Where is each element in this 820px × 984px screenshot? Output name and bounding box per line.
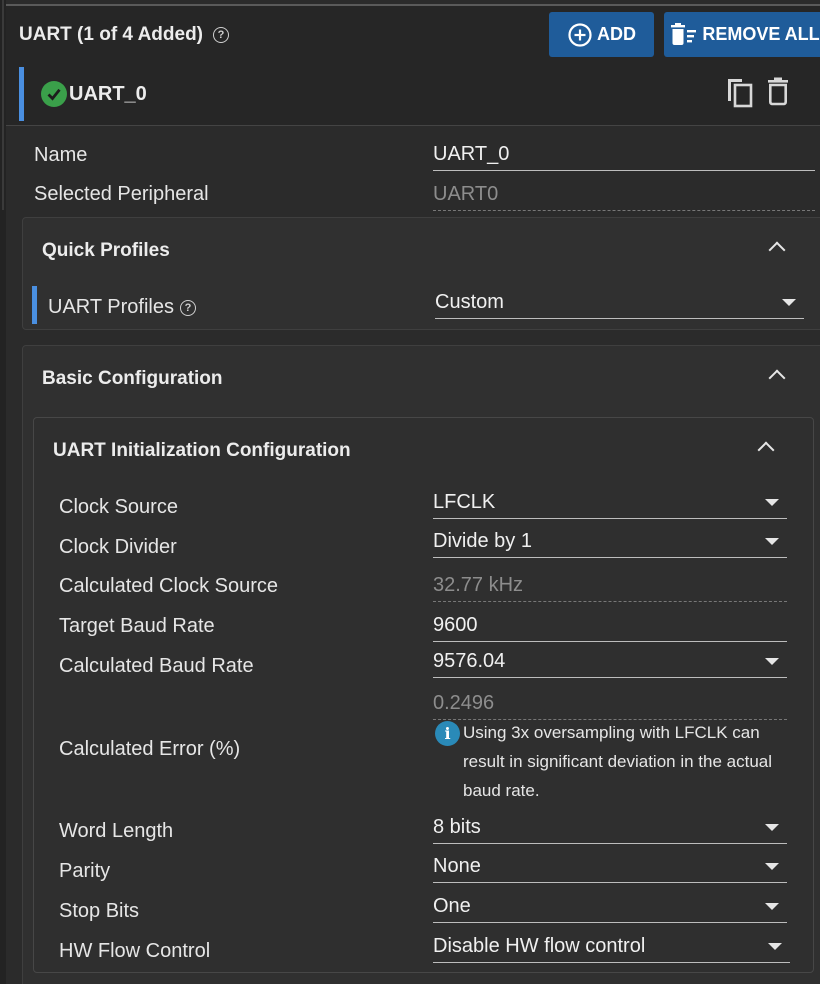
clock-source-value: LFCLK [433, 491, 496, 513]
selected-peripheral-label: Selected Peripheral [34, 183, 209, 205]
clock-divider-value: Divide by 1 [433, 530, 532, 552]
calculated-clock-source-label: Calculated Clock Source [59, 575, 278, 597]
help-icon[interactable]: ? [213, 27, 230, 43]
trash-icon[interactable] [766, 77, 790, 107]
baud-rate-warning-text: Using 3x oversampling with LFCLK can res… [463, 723, 773, 800]
check-icon [41, 81, 67, 107]
word-length-select[interactable]: 8 bits [433, 816, 787, 844]
stop-bits-select[interactable]: One [433, 895, 787, 923]
profiles-indicator [32, 286, 37, 324]
calculated-error-label: Calculated Error (%) [59, 738, 241, 760]
name-label: Name [34, 144, 88, 166]
parity-value: None [433, 855, 481, 877]
name-field[interactable]: UART_0 [433, 143, 815, 171]
add-button[interactable]: ADD [549, 12, 654, 57]
uart-profiles-select[interactable]: Custom [435, 291, 804, 319]
clock-divider-label: Clock Divider [59, 536, 177, 558]
stop-bits-label: Stop Bits [59, 900, 140, 922]
dropdown-arrow-icon [768, 943, 782, 950]
dropdown-arrow-icon [765, 824, 779, 831]
remove-all-button[interactable]: REMOVE ALL [664, 12, 820, 57]
calculated-baud-rate-value: 9576.04 [433, 650, 506, 672]
selected-indicator [19, 67, 24, 121]
quick-profiles-title[interactable]: Quick Profiles [42, 240, 170, 262]
dropdown-arrow-icon [782, 299, 796, 306]
uart-init-title[interactable]: UART Initialization Configuration [53, 440, 351, 462]
dropdown-arrow-icon [765, 658, 779, 665]
basic-configuration-title[interactable]: Basic Configuration [42, 368, 223, 390]
uart-profiles-label: UART Profiles [48, 296, 174, 318]
left-edge-divider [0, 0, 6, 984]
calculated-clock-source-value: 32.77 kHz [433, 574, 787, 602]
instance-row[interactable]: UART_0 [6, 62, 820, 126]
uart-profiles-label-group: UART Profiles ? [48, 296, 196, 319]
clock-source-label: Clock Source [59, 496, 178, 518]
word-length-label: Word Length [59, 820, 174, 842]
target-baud-rate-label: Target Baud Rate [59, 615, 215, 637]
delete-sweep-icon [671, 22, 697, 45]
parity-select[interactable]: None [433, 855, 787, 883]
copy-icon[interactable] [726, 77, 754, 109]
add-button-label: ADD [597, 24, 636, 44]
dropdown-arrow-icon [765, 499, 779, 506]
module-title: UART (1 of 4 Added) ? [19, 24, 230, 46]
hw-flow-control-select[interactable]: Disable HW flow control [433, 935, 790, 963]
uart-profiles-value: Custom [435, 291, 504, 313]
calculated-baud-rate-label: Calculated Baud Rate [59, 655, 254, 677]
word-length-value: 8 bits [433, 816, 481, 838]
calculated-error-value: 0.2496 [433, 692, 787, 720]
clock-divider-select[interactable]: Divide by 1 [433, 530, 787, 558]
add-circle-icon [568, 22, 592, 47]
clock-source-select[interactable]: LFCLK [433, 491, 787, 519]
module-title-text: UART (1 of 4 Added) [19, 24, 204, 45]
remove-all-label: REMOVE ALL [702, 24, 820, 44]
dropdown-arrow-icon [765, 538, 779, 545]
calculated-baud-rate-select[interactable]: 9576.04 [433, 650, 787, 678]
dropdown-arrow-icon [765, 903, 779, 910]
info-icon: i [435, 721, 460, 746]
module-header: UART (1 of 4 Added) ? ADD REMOVE ALL [6, 6, 820, 62]
hw-flow-control-value: Disable HW flow control [433, 935, 646, 957]
stop-bits-value: One [433, 895, 471, 917]
target-baud-rate-field[interactable]: 9600 [433, 614, 787, 642]
dropdown-arrow-icon [765, 863, 779, 870]
instance-name: UART_0 [69, 83, 147, 105]
hw-flow-control-label: HW Flow Control [59, 940, 211, 962]
help-icon[interactable]: ? [179, 299, 196, 316]
parity-label: Parity [59, 860, 111, 882]
selected-peripheral-value: UART0 [433, 183, 815, 211]
